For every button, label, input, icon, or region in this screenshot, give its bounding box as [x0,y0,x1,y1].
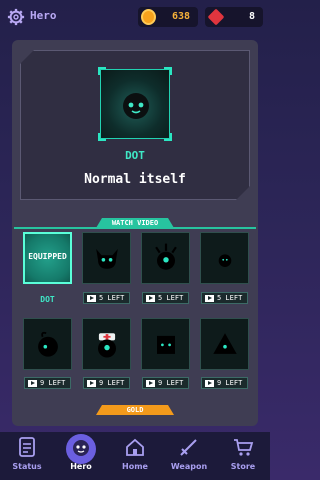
equipped-label: EQUIPPED [28,252,67,261]
hero-tile-nurse[interactable] [82,318,131,370]
hero-tile-spiky[interactable] [141,232,190,284]
nav-hero[interactable]: Hero [54,436,108,480]
watch-video-ribbon: WATCH VIDEO [96,218,174,228]
hero-name: DOT [125,149,145,162]
hero-tile-dot[interactable]: EQUIPPED [23,232,72,284]
video-play-icon [87,295,96,302]
horned-hero-icon [95,249,118,269]
hero-tile-triangle[interactable] [200,318,249,370]
status-icon [19,437,35,457]
nav-status[interactable]: Status [0,436,54,480]
sword-icon [180,439,197,456]
box-hero-icon [156,335,175,354]
watch-ad-button[interactable]: 9 LEFT [201,377,248,389]
video-play-icon [205,380,214,387]
hero-tile-box[interactable] [141,318,190,370]
video-play-icon [87,380,96,387]
watch-ad-button[interactable]: 5 LEFT [142,292,189,304]
spiky-hero-icon [154,243,177,270]
coin-counter[interactable]: 638 [138,7,198,27]
page-title: Hero [30,9,57,22]
dot-hero-icon [123,93,149,119]
watch-ad-button[interactable]: 9 LEFT [83,377,130,389]
hero-description: Normal itself [84,172,186,187]
small-hero-icon [218,254,231,267]
hero-tile-bomb[interactable] [23,318,72,370]
cart-icon [234,439,254,456]
tile-name-dot: DOT [40,295,55,304]
gem-icon [207,8,225,26]
nurse-hero-icon [97,333,116,358]
coin-icon [141,9,156,25]
watch-ad-button[interactable]: 5 LEFT [83,292,130,304]
gold-ribbon: GOLD [96,405,174,415]
watch-ad-button[interactable]: 9 LEFT [142,377,189,389]
video-play-icon [205,295,214,302]
video-play-icon [28,380,37,387]
hero-tile-small[interactable] [200,232,249,284]
hero-portrait [98,67,172,141]
triangle-hero-icon [212,333,237,354]
top-bar: Hero 638 8 [0,0,270,34]
hero-tile-horned[interactable] [82,232,131,284]
nav-store[interactable]: Store [216,436,270,480]
video-play-icon [146,380,155,387]
video-play-icon [146,295,155,302]
gear-icon[interactable] [7,8,25,26]
nav-weapon[interactable]: Weapon [162,436,216,480]
watch-ad-button[interactable]: 5 LEFT [201,292,248,304]
gem-counter[interactable]: 8 [205,7,263,27]
gem-value: 8 [248,11,255,22]
bomb-hero-icon [37,331,58,357]
hero-icon [73,440,89,456]
home-icon [126,438,144,456]
coin-value: 638 [171,11,190,22]
watch-ad-button[interactable]: 9 LEFT [24,377,71,389]
nav-home[interactable]: Home [108,436,162,480]
